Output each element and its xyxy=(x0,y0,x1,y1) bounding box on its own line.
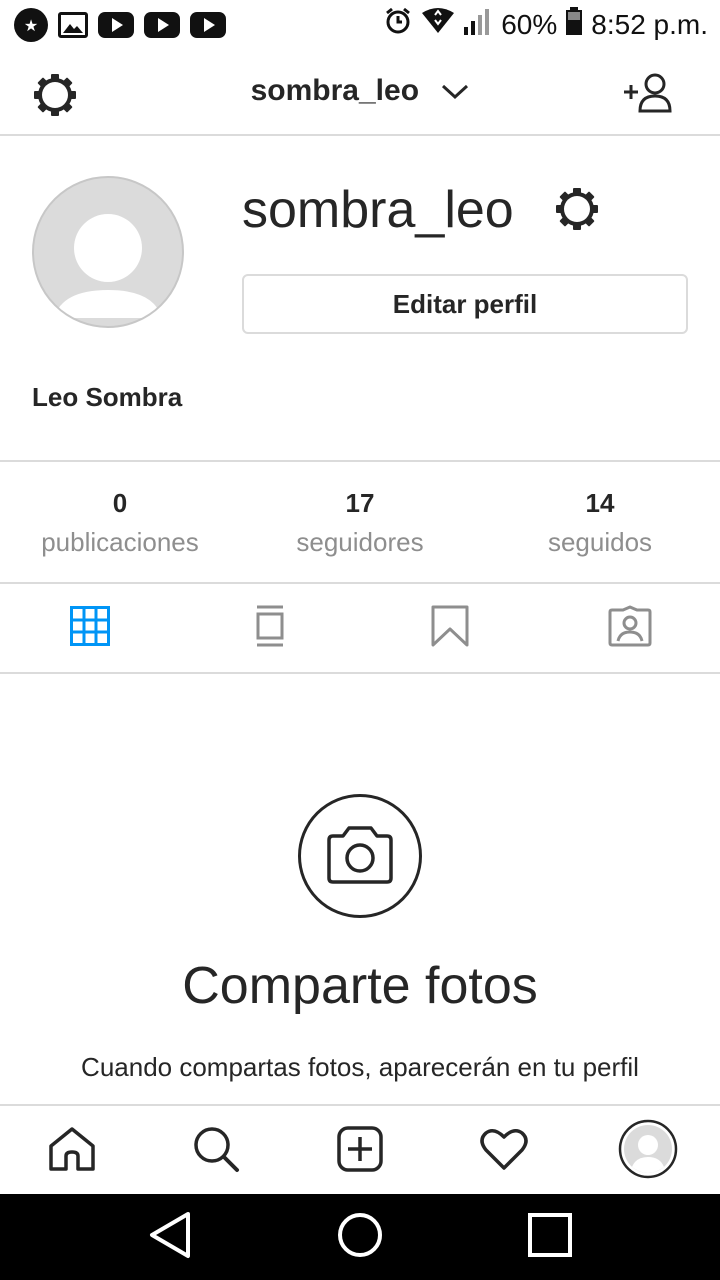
profile-username: sombra_leo xyxy=(242,181,514,239)
wifi-icon xyxy=(421,7,455,42)
stat-following[interactable]: 14 seguidos xyxy=(480,488,720,558)
home-icon xyxy=(48,1126,96,1176)
edit-profile-button[interactable]: Editar perfil xyxy=(242,274,688,334)
status-bar: ★ 60% 8:52 p.m. xyxy=(0,0,720,52)
battery-percent: 60% xyxy=(501,8,558,40)
add-person-icon[interactable] xyxy=(622,72,674,118)
stat-following-label: seguidos xyxy=(547,527,653,557)
profile-avatar[interactable] xyxy=(32,176,184,328)
profile-full-name: Leo Sombra xyxy=(32,382,183,412)
bookmark-icon xyxy=(431,605,469,651)
settings-gear-icon[interactable] xyxy=(554,186,600,236)
divider xyxy=(0,672,720,674)
clock: 8:52 p.m. xyxy=(591,8,708,40)
empty-state-description: Cuando compartas fotos, aparecerán en tu… xyxy=(81,1052,639,1082)
gallery-icon xyxy=(58,12,88,38)
android-navigation-bar xyxy=(0,1194,720,1280)
camera-icon xyxy=(325,824,395,888)
nav-search[interactable] xyxy=(144,1106,288,1196)
recents-button[interactable] xyxy=(430,1194,670,1280)
nav-profile[interactable] xyxy=(576,1106,720,1196)
recents-icon xyxy=(527,1212,573,1262)
youtube-icon xyxy=(190,12,226,38)
empty-state-camera xyxy=(298,794,422,918)
stat-posts-label: publicaciones xyxy=(41,527,199,557)
battery-icon xyxy=(565,7,583,42)
heart-icon xyxy=(480,1128,528,1174)
star-notification-icon: ★ xyxy=(14,8,48,42)
tab-tagged[interactable] xyxy=(540,584,720,672)
youtube-icon xyxy=(144,12,180,38)
divider xyxy=(0,460,720,462)
home-circle-icon xyxy=(336,1211,384,1263)
alarm-icon xyxy=(383,6,413,43)
empty-state-title: Comparte fotos xyxy=(182,957,538,1015)
nav-activity[interactable] xyxy=(432,1106,576,1196)
feed-list-icon xyxy=(255,605,285,651)
add-post-icon xyxy=(337,1126,383,1176)
stat-followers-value: 17 xyxy=(345,488,375,518)
nav-home[interactable] xyxy=(0,1106,144,1196)
tab-feed[interactable] xyxy=(180,584,360,672)
tagged-person-icon xyxy=(608,605,652,651)
youtube-icon xyxy=(98,12,134,38)
bottom-navigation xyxy=(0,1104,720,1194)
header-username: sombra_leo xyxy=(250,74,420,107)
stat-followers-label: seguidores xyxy=(296,527,424,557)
stat-posts-value: 0 xyxy=(112,488,128,518)
system-status: 60% 8:52 p.m. xyxy=(383,6,708,43)
search-icon xyxy=(192,1125,240,1177)
grid-icon xyxy=(70,606,110,650)
tab-grid[interactable] xyxy=(0,584,180,672)
nav-new-post[interactable] xyxy=(288,1106,432,1196)
stat-following-value: 14 xyxy=(585,488,615,518)
signal-icon xyxy=(463,7,493,42)
profile-avatar-icon xyxy=(618,1119,678,1183)
stat-followers[interactable]: 17 seguidores xyxy=(240,488,480,558)
back-icon xyxy=(148,1211,192,1263)
account-switcher[interactable]: sombra_leo xyxy=(0,74,720,109)
chevron-down-icon xyxy=(441,75,469,109)
tab-saved[interactable] xyxy=(360,584,540,672)
notification-icons: ★ xyxy=(14,8,226,42)
profile-header-bar: sombra_leo xyxy=(0,52,720,136)
stat-posts[interactable]: 0 publicaciones xyxy=(0,488,240,558)
